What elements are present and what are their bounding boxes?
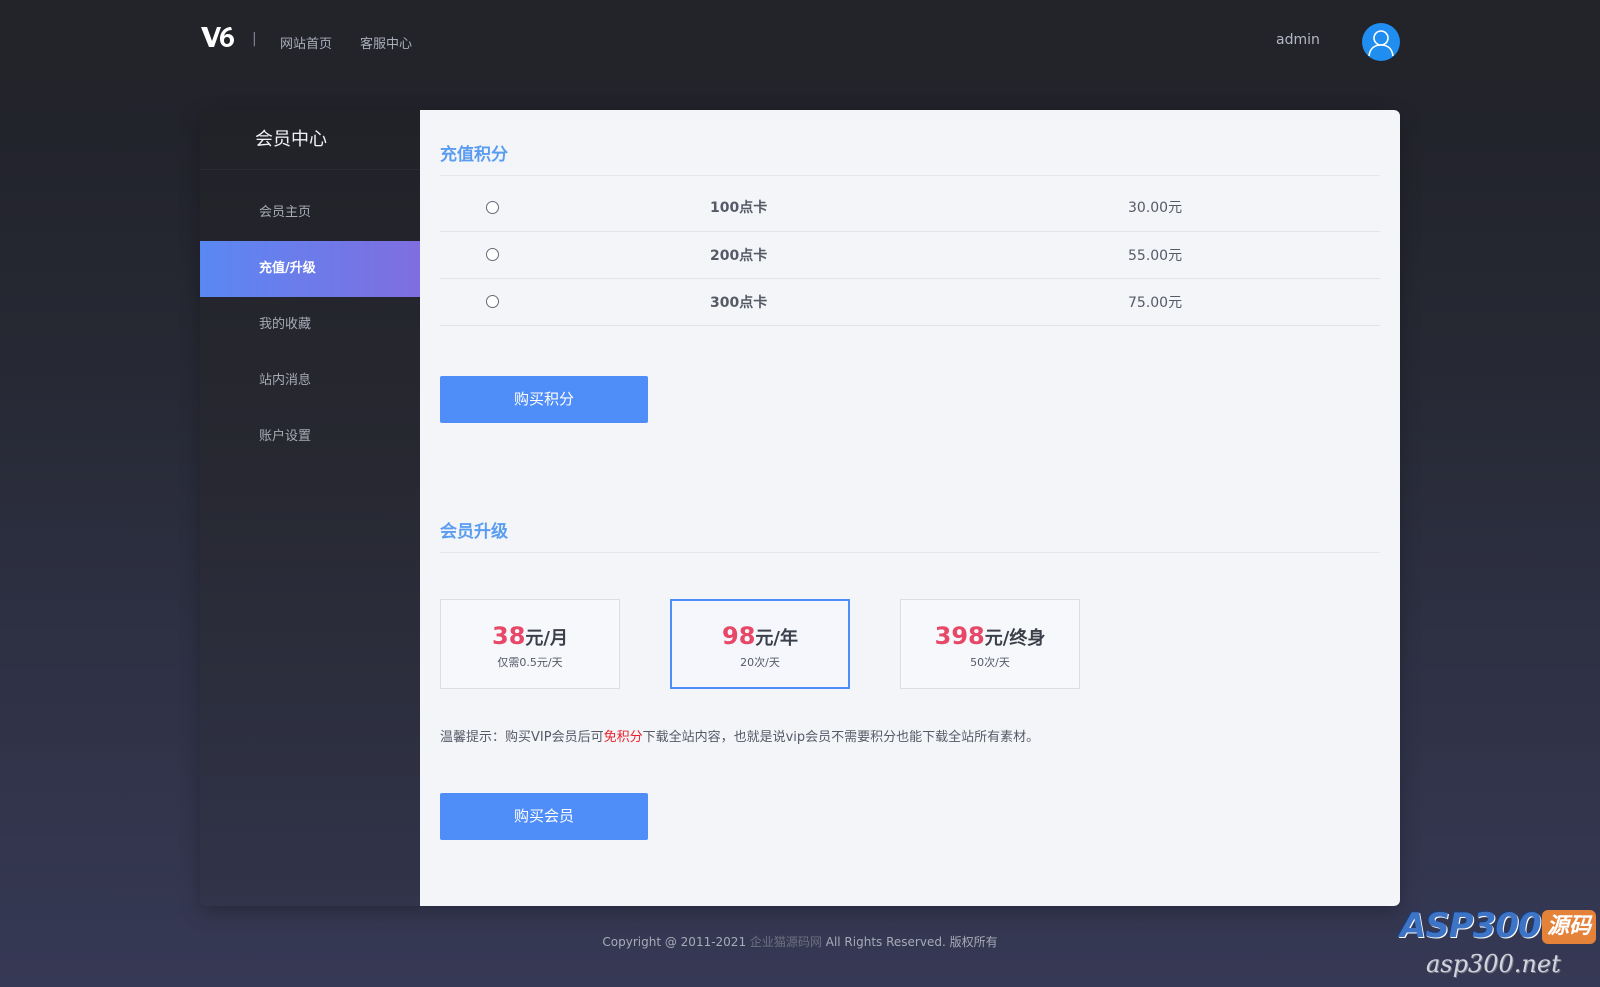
footer-rights: All Rights Reserved. 版权所有 [821,935,998,949]
top-bar: | 网站首页 客服中心 admin [0,0,1600,84]
sidebar-item-settings[interactable]: 账户设置 [200,409,420,465]
points-card-price: 30.00元 [1128,184,1380,232]
vip-section-title: 会员升级 [440,517,1380,553]
vip-plan-yearly[interactable]: 98元/年 20次/天 [670,598,850,689]
nav-link-home[interactable]: 网站首页 [280,33,332,52]
user-icon [1368,30,1394,57]
points-radio[interactable] [486,295,499,308]
buy-vip-button[interactable]: 购买会员 [440,792,648,840]
plan-unit: 元/年 [755,627,798,649]
plan-amount: 398 [934,621,985,650]
table-row[interactable]: 200点卡 55.00元 [440,231,1380,279]
points-card-name: 300点卡 [710,278,1128,326]
plan-amount: 98 [722,621,756,650]
sidebar-item-recharge[interactable]: 充值/升级 [200,241,420,297]
plan-desc: 20次/天 [740,655,780,669]
sidebar-title: 会员中心 [200,110,420,170]
sidebar-item-messages[interactable]: 站内消息 [200,353,420,409]
plan-amount: 38 [492,621,526,650]
table-row[interactable]: 300点卡 75.00元 [440,278,1380,326]
points-radio[interactable] [486,200,499,214]
watermark-badge: 源码 [1542,910,1596,944]
tip-text: 温馨提示：购买VIP会员后可 [440,729,604,745]
plan-unit: 元/月 [525,627,568,649]
footer-copyright: Copyright @ 2011-2021 [602,935,750,949]
watermark-logo: ASP300 源码 asp300.net [1400,906,1596,984]
footer: Copyright @ 2011-2021 企业猫源码网 All Rights … [0,933,1600,950]
watermark-bottom: asp300.net [1426,950,1561,978]
points-section-title: 充值积分 [440,110,1380,176]
table-row[interactable]: 100点卡 30.00元 [440,184,1380,232]
vip-plan-monthly[interactable]: 38元/月 仅需0.5元/天 [440,598,620,689]
sidebar-item-home[interactable]: 会员主页 [200,185,420,241]
watermark-top: ASP300 [1400,906,1542,946]
user-name[interactable]: admin [1276,32,1320,48]
plan-desc: 50次/天 [970,655,1010,669]
nav-link-support[interactable]: 客服中心 [360,33,412,52]
main-content: 充值积分 100点卡 30.00元 200点卡 55.00元 300点卡 75.… [420,110,1400,906]
nav-separator: | [252,31,257,47]
sidebar-item-favorites[interactable]: 我的收藏 [200,297,420,353]
plan-desc: 仅需0.5元/天 [497,655,563,669]
tip-text-after: 下载全站内容，也就是说vip会员不需要积分也能下载全站所有素材。 [642,729,1040,745]
points-card-name: 200点卡 [710,231,1128,279]
footer-site-link[interactable]: 企业猫源码网 [750,935,822,949]
tip-highlight: 免积分 [603,729,643,745]
plan-unit: 元/终身 [984,627,1046,649]
points-card-price: 55.00元 [1128,231,1380,279]
buy-points-button[interactable]: 购买积分 [440,375,648,423]
sidebar: 会员中心 会员主页 充值/升级 我的收藏 站内消息 账户设置 [200,110,420,906]
points-card-name: 100点卡 [710,184,1128,232]
points-card-price: 75.00元 [1128,278,1380,326]
vip-plan-lifetime[interactable]: 398元/终身 50次/天 [900,598,1080,689]
v6-logo-icon[interactable] [200,24,234,50]
vip-plans: 38元/月 仅需0.5元/天 98元/年 20次/天 398元/终身 50次/天 [440,598,1380,689]
avatar[interactable] [1362,23,1400,61]
points-radio[interactable] [486,248,499,261]
points-table: 100点卡 30.00元 200点卡 55.00元 300点卡 75.00元 [440,184,1380,326]
vip-tip: 温馨提示：购买VIP会员后可免积分下载全站内容，也就是说vip会员不需要积分也能… [440,726,1380,745]
member-panel: 会员中心 会员主页 充值/升级 我的收藏 站内消息 账户设置 充值积分 100点… [200,110,1400,906]
